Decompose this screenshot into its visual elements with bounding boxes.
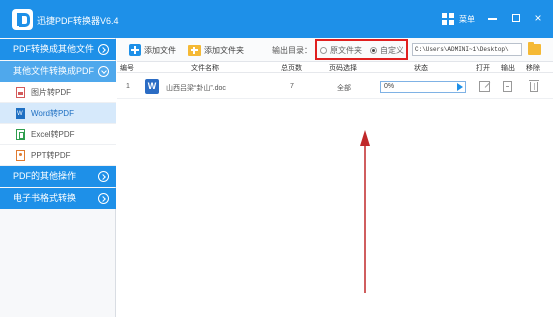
row-file-name: 山西吕梁“卦山”.doc (166, 85, 226, 92)
sidebar-section-pdf-other-ops[interactable]: PDF的其他操作 (0, 166, 116, 187)
minimize-icon (488, 18, 497, 20)
conversion-progress-bar: 0% (380, 81, 466, 93)
add-folder-button[interactable]: 添加文件夹 (188, 43, 244, 57)
output-path-field[interactable]: C:\Users\ADMINI~1\Desktop\ (412, 43, 522, 56)
word-doc-icon: W (145, 79, 159, 94)
close-button[interactable]: × (531, 10, 545, 26)
sidebar-section-pdf-to-other[interactable]: PDF转换成其他文件 (0, 39, 116, 60)
sidebar-item-label: 图片转PDF (31, 88, 71, 97)
menu-label: 菜单 (459, 14, 475, 24)
app-logo-icon (12, 9, 33, 30)
col-file-name: 文件名称 (191, 65, 219, 72)
excel-file-icon (16, 129, 25, 140)
sidebar-item-ppt-to-pdf[interactable]: PPT转PDF (0, 145, 116, 166)
radio-custom-label: 自定义 (380, 46, 404, 55)
col-open: 打开 (476, 65, 490, 72)
row-index: 1 (126, 83, 130, 90)
title-bar: 迅捷PDF转换器V6.4 菜单 × (0, 0, 553, 38)
chevron-down-icon (98, 66, 109, 77)
col-pages: 总页数 (281, 65, 302, 72)
sidebar-section-label: 电子书格式转换 (13, 193, 77, 203)
add-folder-label: 添加文件夹 (204, 45, 244, 55)
radio-custom-folder[interactable]: 自定义 (370, 45, 404, 56)
col-index: 编号 (120, 65, 134, 72)
sidebar-item-excel-to-pdf[interactable]: Excel转PDF (0, 124, 116, 145)
add-file-label: 添加文件 (144, 45, 176, 55)
radio-checked-icon (370, 47, 377, 54)
chevron-right-icon (98, 193, 109, 204)
export-file-icon[interactable] (503, 81, 512, 92)
sidebar: PDF转换成其他文件 其他文件转换成PDF 图片转PDF Word转PDF Ex… (0, 38, 116, 317)
chevron-right-icon (98, 171, 109, 182)
row-pages: 7 (290, 83, 294, 90)
chevron-right-icon (98, 44, 109, 55)
sidebar-item-label: Word转PDF (31, 109, 74, 118)
plus-icon (129, 44, 141, 56)
radio-original-label: 原文件夹 (330, 46, 362, 55)
app-title: 迅捷PDF转换器V6.4 (37, 16, 119, 26)
sidebar-item-image-to-pdf[interactable]: 图片转PDF (0, 82, 116, 103)
radio-unchecked-icon (320, 47, 327, 54)
image-file-icon (16, 87, 25, 98)
folder-add-icon (188, 44, 201, 56)
sidebar-item-label: PPT转PDF (31, 151, 71, 160)
table-row[interactable]: 1 W 山西吕梁“卦山”.doc 7 全部 0% (117, 75, 553, 99)
grid-menu-icon (442, 13, 454, 25)
sidebar-item-label: Excel转PDF (31, 130, 75, 139)
sidebar-section-other-to-pdf[interactable]: 其他文件转换成PDF (0, 61, 116, 82)
word-file-icon (16, 104, 25, 125)
col-export: 输出 (501, 65, 515, 72)
trash-icon[interactable] (529, 80, 539, 92)
annotation-arrow-icon (360, 130, 370, 293)
ppt-file-icon (16, 150, 25, 161)
col-page-select: 页码选择 (329, 65, 357, 72)
add-file-button[interactable]: 添加文件 (129, 43, 176, 57)
sidebar-section-ebook-convert[interactable]: 电子书格式转换 (0, 188, 116, 209)
minimize-button[interactable] (486, 10, 500, 26)
col-remove: 移除 (526, 65, 540, 72)
maximize-button[interactable] (509, 10, 523, 26)
row-page-select[interactable]: 全部 (337, 83, 351, 93)
maximize-icon (512, 14, 520, 22)
radio-original-folder[interactable]: 原文件夹 (320, 45, 362, 56)
col-status: 状态 (414, 65, 428, 72)
browse-folder-icon[interactable] (528, 42, 541, 55)
sidebar-section-label: 其他文件转换成PDF (13, 66, 95, 76)
sidebar-section-label: PDF转换成其他文件 (13, 44, 95, 54)
file-table-header: 编号 文件名称 总页数 页码选择 状态 打开 输出 移除 (117, 62, 553, 73)
menu-button[interactable]: 菜单 (442, 10, 475, 28)
output-dir-label: 输出目录： (272, 46, 312, 55)
sidebar-item-word-to-pdf[interactable]: Word转PDF (0, 103, 116, 125)
start-convert-icon[interactable] (457, 83, 463, 91)
progress-value: 0% (384, 83, 395, 90)
sidebar-section-label: PDF的其他操作 (13, 171, 77, 181)
open-file-icon[interactable] (479, 81, 490, 92)
toolbar: 添加文件 添加文件夹 输出目录： 原文件夹 自定义 C:\Users\ADMIN… (117, 38, 553, 62)
